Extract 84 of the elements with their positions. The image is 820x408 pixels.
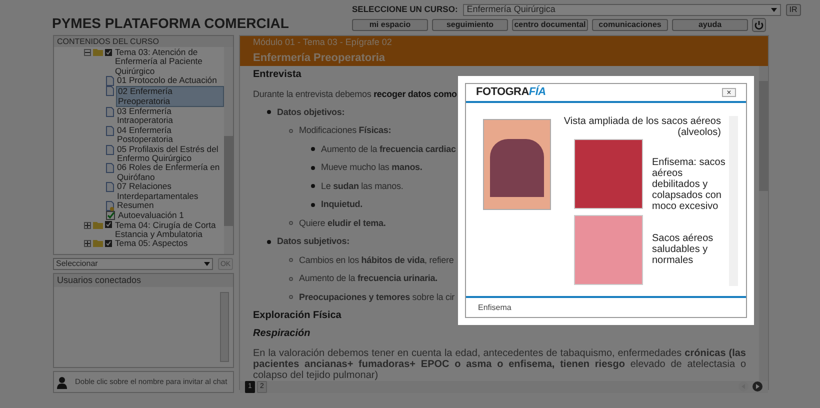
collapse-icon[interactable] bbox=[84, 49, 91, 56]
tree-item[interactable]: Autoevaluación 1 bbox=[117, 211, 185, 220]
document-icon bbox=[106, 144, 114, 155]
document-icon bbox=[106, 126, 114, 136]
checkbox[interactable] bbox=[105, 48, 112, 56]
tree-item[interactable]: 02 Enfermería Preoperatoria bbox=[116, 86, 224, 108]
folder-icon bbox=[93, 220, 103, 228]
bullet-icon bbox=[267, 240, 271, 244]
tree-item[interactable]: 07 Relaciones Interdepartamentales bbox=[116, 182, 224, 202]
course-select[interactable]: Enfermería Quirúrgica bbox=[462, 4, 781, 16]
section-heading: Entrevista bbox=[253, 68, 302, 82]
list-item-text: Mueve mucho las manos. bbox=[321, 161, 422, 174]
tree-item[interactable]: Tema 04: Cirugía de Corta Estancia y Ambulatoria bbox=[114, 220, 224, 240]
illustration-caption: Sacos aéreos saludables y normales bbox=[652, 233, 714, 266]
tree-item[interactable]: Tema 05: Aspectos bbox=[114, 239, 189, 249]
bullet-icon bbox=[311, 184, 315, 188]
list-item-text: Cambios en los hábitos de vida, refiere bbox=[299, 254, 454, 266]
list-item-text: Aumento de la frecuencia cardiac bbox=[321, 142, 456, 156]
list-item-text: Datos objetivos: bbox=[277, 106, 345, 119]
bullet-icon bbox=[289, 295, 293, 300]
page-title: Enfermería Preoperatoria bbox=[253, 50, 386, 66]
app-title: PYMES PLATAFORMA COMERCIAL bbox=[52, 14, 290, 33]
body-paragraph: En la valoración debemos tener en cuenta la edad, antecedentes de tabaquismo, enfermedades crónicas (las pacientes ancianas+ fumadoras+ EPOC o asma o enfisema, tienen riesgo elevado de atelectasia o colapso del tejido pulmonar) bbox=[253, 348, 746, 380]
scrollbar[interactable] bbox=[224, 47, 233, 254]
expand-icon[interactable] bbox=[84, 240, 91, 248]
bullet-icon bbox=[289, 221, 293, 226]
body-text: Durante la entrevista debemos recoger datos como bbox=[253, 88, 457, 101]
course-label: SELECCIONE UN CURSO: bbox=[352, 3, 458, 16]
nav-button[interactable]: comunicaciones bbox=[592, 19, 668, 31]
list-item-text: Le sudan las manos. bbox=[321, 180, 404, 192]
tree-item[interactable]: 05 Profilaxis del Estrés del Enfermo Quirúrgico bbox=[116, 144, 224, 164]
list-item-text: Modificaciones Físicas: bbox=[299, 124, 392, 137]
close-button[interactable]: × bbox=[722, 88, 736, 97]
bullet-icon bbox=[311, 147, 315, 152]
nav-button[interactable]: ayuda bbox=[672, 19, 748, 31]
tree-item[interactable]: 04 Enfermería Postoperatoria bbox=[116, 126, 224, 145]
next-icon[interactable] bbox=[752, 381, 763, 392]
alveoli-illustration bbox=[574, 215, 643, 285]
section-heading: Exploración Física bbox=[253, 308, 342, 322]
checkbox[interactable] bbox=[105, 221, 112, 228]
tree-item[interactable]: 01 Protocolo de Actuación bbox=[116, 76, 218, 86]
nav-button[interactable]: seguimiento bbox=[432, 19, 508, 31]
panel-title: CONTENIDOS DEL CURSO bbox=[54, 36, 233, 47]
tree-item[interactable]: 06 Roles de Enfermería en Quirófano bbox=[116, 163, 224, 182]
user-silhouette-icon bbox=[57, 376, 67, 388]
dropdown-caret-icon bbox=[204, 262, 210, 266]
list-item-text: Datos subjetivos: bbox=[277, 235, 350, 248]
go-button[interactable]: IR bbox=[786, 4, 801, 16]
tree-item[interactable]: Tema 03: Atención de Enfermería al Paciente Quirúrgico bbox=[114, 48, 224, 76]
section-subheading: Respiración bbox=[253, 327, 310, 341]
bullet-icon bbox=[311, 166, 315, 170]
power-icon[interactable] bbox=[752, 18, 766, 32]
folder-icon bbox=[93, 239, 103, 248]
list-item-text: Aumento de la frecuencia urinaria. bbox=[299, 272, 438, 285]
illustration-caption: Enfisema: sacos aéreos debilitados y colapsados con moco excesivo bbox=[652, 157, 726, 212]
select-field[interactable]: Seleccionar bbox=[53, 258, 213, 270]
scrollbar[interactable] bbox=[759, 66, 768, 380]
list-item-text: Preocupaciones y temores sobre la cir bbox=[299, 290, 455, 304]
tree-item[interactable]: 03 Enfermería Intraoperatoria bbox=[116, 107, 224, 126]
dialog-caption: Enfisema bbox=[477, 302, 512, 314]
document-icon bbox=[106, 182, 114, 192]
bullet-icon bbox=[311, 202, 315, 207]
bullet-icon bbox=[267, 110, 271, 114]
list-item-text: Inquietud. bbox=[321, 198, 362, 211]
tree-item[interactable]: Resumen bbox=[116, 201, 155, 210]
nav-button[interactable]: centro documental bbox=[512, 19, 588, 31]
nav-button[interactable]: mi espacio bbox=[352, 19, 428, 31]
illustration-title: Vista ampliada de los sacos aéreos (alveolos) bbox=[562, 116, 722, 138]
document-icon bbox=[106, 201, 114, 212]
bullet-icon bbox=[289, 258, 293, 262]
dropdown-caret-icon bbox=[770, 8, 777, 12]
list-item-text: Quiere eludir el tema. bbox=[299, 216, 386, 230]
document-icon bbox=[106, 107, 114, 118]
breadcrumb: Módulo 01 - Tema 03 - Epígrafe 02 bbox=[253, 36, 393, 49]
alveoli-illustration bbox=[574, 139, 643, 209]
scrollbar[interactable] bbox=[220, 292, 229, 362]
check-icon bbox=[106, 211, 115, 220]
checkbox[interactable] bbox=[105, 240, 112, 247]
panel-title: Usuarios conectados bbox=[54, 274, 233, 287]
bullet-icon bbox=[289, 128, 293, 133]
expand-icon[interactable] bbox=[84, 222, 91, 228]
bullet-icon bbox=[289, 276, 293, 281]
dialog-logo: FOTOGRAFÍA bbox=[476, 84, 546, 100]
document-icon bbox=[106, 163, 114, 174]
